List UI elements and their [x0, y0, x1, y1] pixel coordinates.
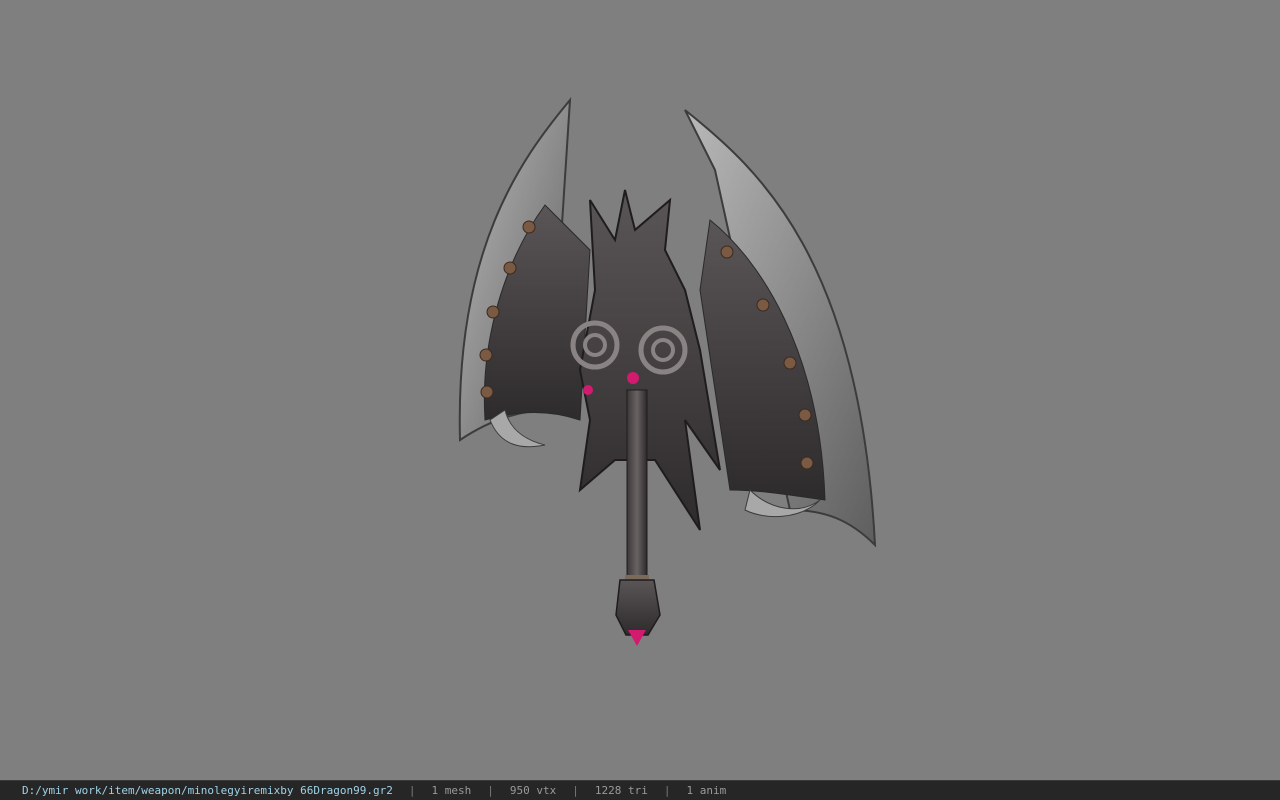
file-path: D:/ymir work/item/weapon/minolegyiremixb… — [22, 784, 393, 797]
mesh-count: 1 mesh — [431, 784, 472, 797]
separator: | — [408, 784, 416, 797]
3d-viewport[interactable] — [0, 0, 1280, 780]
triangle-count: 1228 tri — [594, 784, 648, 797]
status-bar: D:/ymir work/item/weapon/minolegyiremixb… — [0, 780, 1280, 800]
separator: | — [663, 784, 671, 797]
separator: | — [572, 784, 579, 797]
anim-count: 1 anim — [686, 784, 727, 797]
vertex-count: 950 vtx — [509, 784, 557, 797]
weapon-axe-model — [458, 97, 877, 646]
separator: | — [487, 784, 494, 797]
